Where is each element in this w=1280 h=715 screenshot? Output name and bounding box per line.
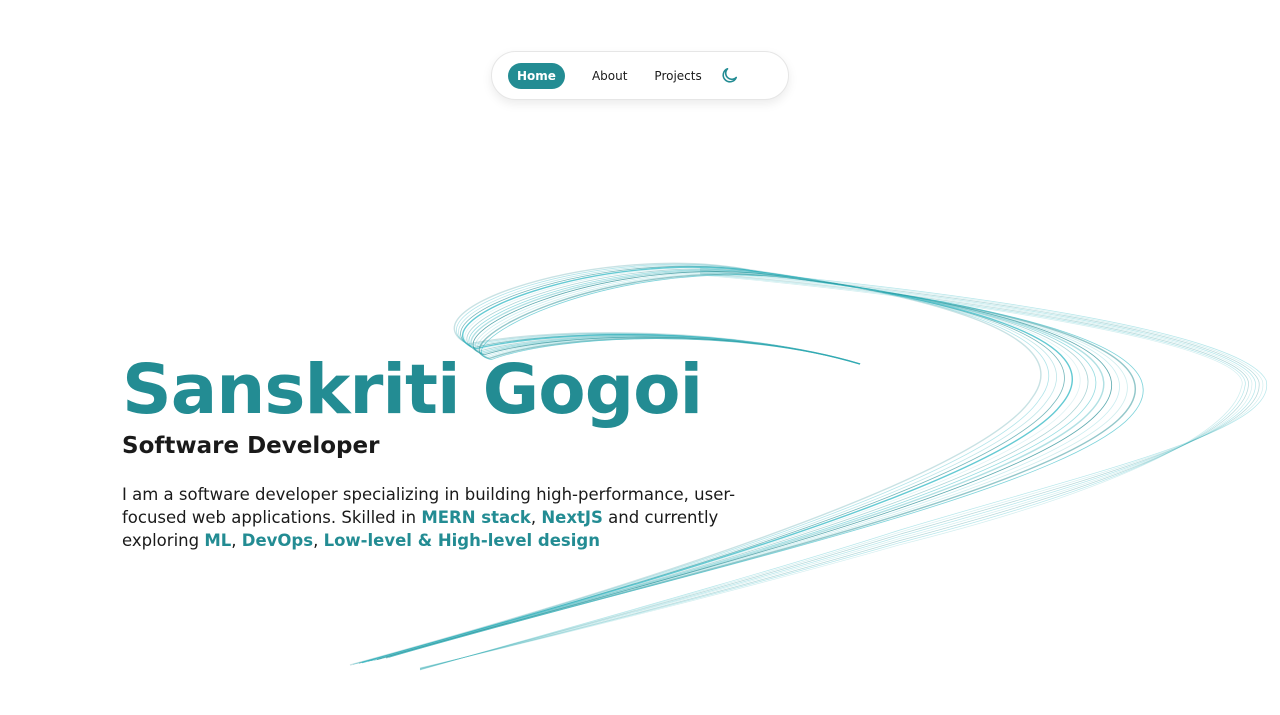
hero-name: Sanskriti Gogoi <box>122 350 703 430</box>
skill-mern: MERN stack <box>421 508 531 527</box>
nav-home-button[interactable]: Home <box>508 62 565 89</box>
explore-ml: ML <box>204 531 232 550</box>
hero-bio: I am a software developer specializing i… <box>122 483 762 552</box>
bio-separator: , <box>313 531 324 550</box>
explore-design: Low-level & High-level design <box>323 531 600 550</box>
nav-about-link[interactable]: About <box>592 69 627 83</box>
explore-devops: DevOps <box>241 531 314 550</box>
moon-icon <box>722 67 738 83</box>
nav-projects-link[interactable]: Projects <box>654 69 701 83</box>
theme-toggle-button[interactable] <box>720 66 740 86</box>
skill-nextjs: NextJS <box>541 508 603 527</box>
portfolio-page: Home About Projects Sanskriti Gogoi Soft… <box>0 0 1280 715</box>
hero-section: Sanskriti Gogoi Software Developer I am … <box>122 343 762 552</box>
bio-separator: , <box>530 508 542 527</box>
main-nav: Home About Projects <box>491 51 789 100</box>
bio-separator: , <box>231 531 242 550</box>
